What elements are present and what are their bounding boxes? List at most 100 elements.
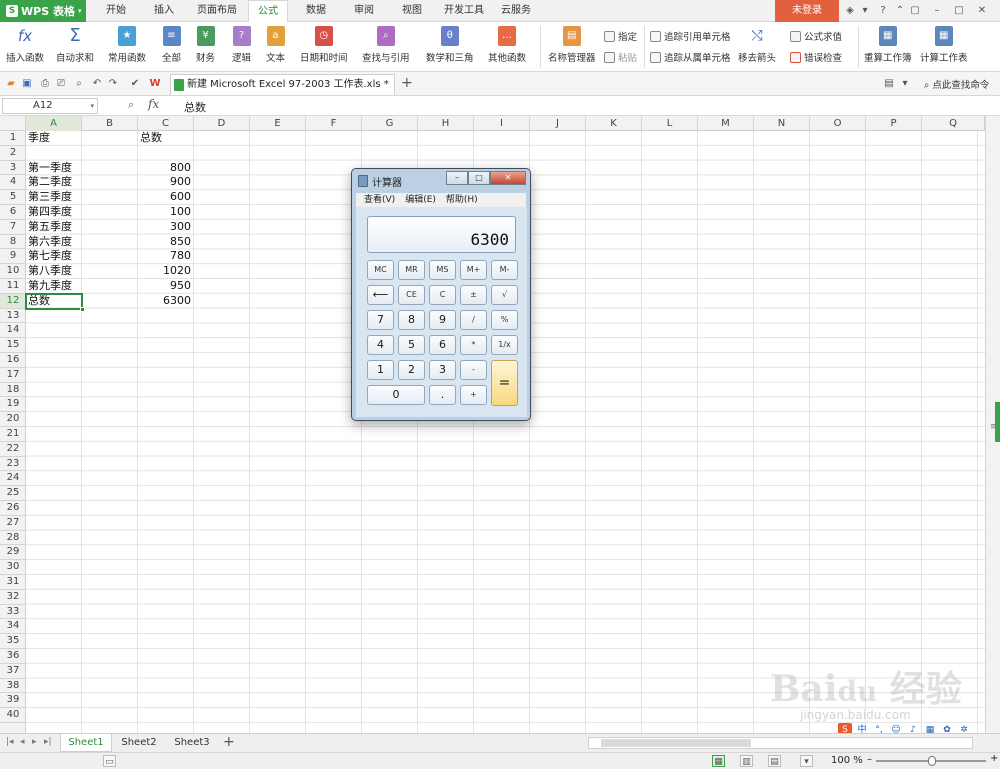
print-icon[interactable]: ⎚: [54, 77, 68, 91]
tab-formula[interactable]: 公式: [248, 0, 288, 23]
row-header[interactable]: 20: [0, 412, 26, 427]
row-header[interactable]: 26: [0, 501, 26, 516]
column-header[interactable]: B: [82, 116, 138, 131]
cell-c12[interactable]: 6300: [138, 294, 194, 309]
row-header[interactable]: 4: [0, 175, 26, 191]
row-header[interactable]: 18: [0, 383, 26, 398]
key-percent[interactable]: %: [491, 310, 518, 330]
column-header[interactable]: I: [474, 116, 530, 131]
cell-a8[interactable]: 第六季度: [26, 235, 82, 250]
row-header[interactable]: 24: [0, 471, 26, 487]
page-break-view-icon[interactable]: ▥: [740, 755, 753, 767]
cell-a4[interactable]: 第二季度: [26, 175, 82, 190]
cell-c5[interactable]: 600: [138, 190, 194, 205]
row-header[interactable]: 6: [0, 205, 26, 220]
row-header[interactable]: 34: [0, 619, 26, 635]
fill-handle[interactable]: [80, 306, 85, 312]
key-3[interactable]: 3: [429, 360, 456, 380]
row-header[interactable]: 14: [0, 323, 26, 339]
row-header[interactable]: 37: [0, 664, 26, 679]
find-command-search[interactable]: ⌕ 点此查找命令: [924, 77, 989, 91]
column-header[interactable]: A: [26, 116, 82, 131]
trace-precedents-button[interactable]: 追踪引用单元格: [650, 29, 731, 43]
options-icon[interactable]: ▾: [898, 77, 912, 91]
key-ce[interactable]: CE: [398, 285, 425, 305]
close-icon[interactable]: ✕: [975, 3, 989, 19]
row-header[interactable]: 28: [0, 531, 26, 546]
row-header[interactable]: 1: [0, 131, 26, 146]
row-header[interactable]: 17: [0, 368, 26, 383]
row-header[interactable]: 7: [0, 220, 26, 235]
row-header[interactable]: 35: [0, 634, 26, 649]
tab-start[interactable]: 开始: [96, 0, 136, 22]
column-header[interactable]: C: [138, 116, 194, 131]
sheet-tab-sheet3[interactable]: Sheet3: [167, 734, 217, 752]
lookup-button[interactable]: ⌕ 查找与引用: [362, 24, 410, 64]
key-6[interactable]: 6: [429, 335, 456, 355]
text-button[interactable]: a 文本: [266, 24, 285, 64]
zoom-in-icon[interactable]: +: [990, 753, 998, 764]
last-sheet-icon[interactable]: ▸|: [44, 737, 52, 747]
cell-c7[interactable]: 300: [138, 220, 194, 235]
cell-c8[interactable]: 850: [138, 235, 194, 250]
key-ms[interactable]: MS: [429, 260, 456, 280]
key-4[interactable]: 4: [367, 335, 394, 355]
cell-c4[interactable]: 900: [138, 175, 194, 190]
key-m-plus[interactable]: M+: [460, 260, 487, 280]
all-functions-button[interactable]: ≡ 全部: [162, 24, 181, 64]
zoom-level[interactable]: 100 %: [831, 755, 863, 766]
calc-menu-edit[interactable]: 编辑(E): [405, 193, 436, 207]
row-header[interactable]: 5: [0, 190, 26, 205]
formula-input[interactable]: 总数: [184, 99, 206, 115]
cell-c6[interactable]: 100: [138, 205, 194, 220]
row-header[interactable]: 3: [0, 161, 26, 176]
zoom-mode-icon[interactable]: ▾: [800, 755, 813, 767]
cell-a10[interactable]: 第八季度: [26, 264, 82, 279]
column-header[interactable]: L: [642, 116, 698, 131]
recalc-workbook-button[interactable]: ▦ 重算工作簿: [864, 24, 912, 64]
column-header[interactable]: M: [698, 116, 754, 131]
key-9[interactable]: 9: [429, 310, 456, 330]
key-subtract[interactable]: -: [460, 360, 487, 380]
cell-c1[interactable]: 总数: [138, 131, 194, 146]
preview-icon[interactable]: ⌕: [72, 77, 86, 91]
document-tab[interactable]: 新建 Microsoft Excel 97-2003 工作表.xls *: [170, 74, 395, 95]
column-header[interactable]: Q: [922, 116, 985, 131]
zoom-slider[interactable]: [876, 756, 986, 766]
skin-icon[interactable]: ◈: [843, 3, 857, 19]
horizontal-scrollbar[interactable]: [588, 737, 973, 749]
redo-icon[interactable]: ↷: [106, 77, 120, 91]
column-header[interactable]: J: [530, 116, 586, 131]
row-header[interactable]: 32: [0, 590, 26, 605]
wps-home-icon[interactable]: W: [148, 77, 162, 91]
macro-record-icon[interactable]: ▭: [103, 755, 116, 767]
minimize-icon[interactable]: –: [930, 3, 944, 19]
key-5[interactable]: 5: [398, 335, 425, 355]
row-header[interactable]: 9: [0, 249, 26, 265]
restore-window-icon[interactable]: ▢: [908, 3, 922, 19]
cell-c3[interactable]: 800: [138, 161, 194, 176]
calc-maximize-button[interactable]: □: [468, 171, 490, 185]
cell-c10[interactable]: 1020: [138, 264, 194, 279]
logic-button[interactable]: ? 逻辑: [232, 24, 251, 64]
doc-view-icon[interactable]: ▤: [882, 77, 896, 91]
column-header[interactable]: G: [362, 116, 418, 131]
scroll-thumb[interactable]: [601, 739, 751, 747]
column-header[interactable]: E: [250, 116, 306, 131]
calc-menu-help[interactable]: 帮助(H): [446, 193, 478, 207]
zoom-formula-icon[interactable]: ⌕: [128, 98, 134, 112]
row-header[interactable]: 27: [0, 516, 26, 531]
specify-button[interactable]: 指定: [604, 29, 637, 43]
maximize-icon[interactable]: □: [952, 3, 966, 19]
export-icon[interactable]: ⎙: [38, 77, 52, 91]
name-box[interactable]: A12 ▾: [2, 98, 98, 114]
paste-button[interactable]: 粘贴: [604, 50, 637, 64]
tab-cloud[interactable]: 云服务: [496, 0, 536, 22]
format-painter-icon[interactable]: ✔: [128, 77, 142, 91]
key-mc[interactable]: MC: [367, 260, 394, 280]
column-header[interactable]: F: [306, 116, 362, 131]
key-plus-minus[interactable]: ±: [460, 285, 487, 305]
cell-a9[interactable]: 第七季度: [26, 249, 82, 264]
column-header[interactable]: O: [810, 116, 866, 131]
prev-sheet-icon[interactable]: ◂: [20, 737, 25, 747]
